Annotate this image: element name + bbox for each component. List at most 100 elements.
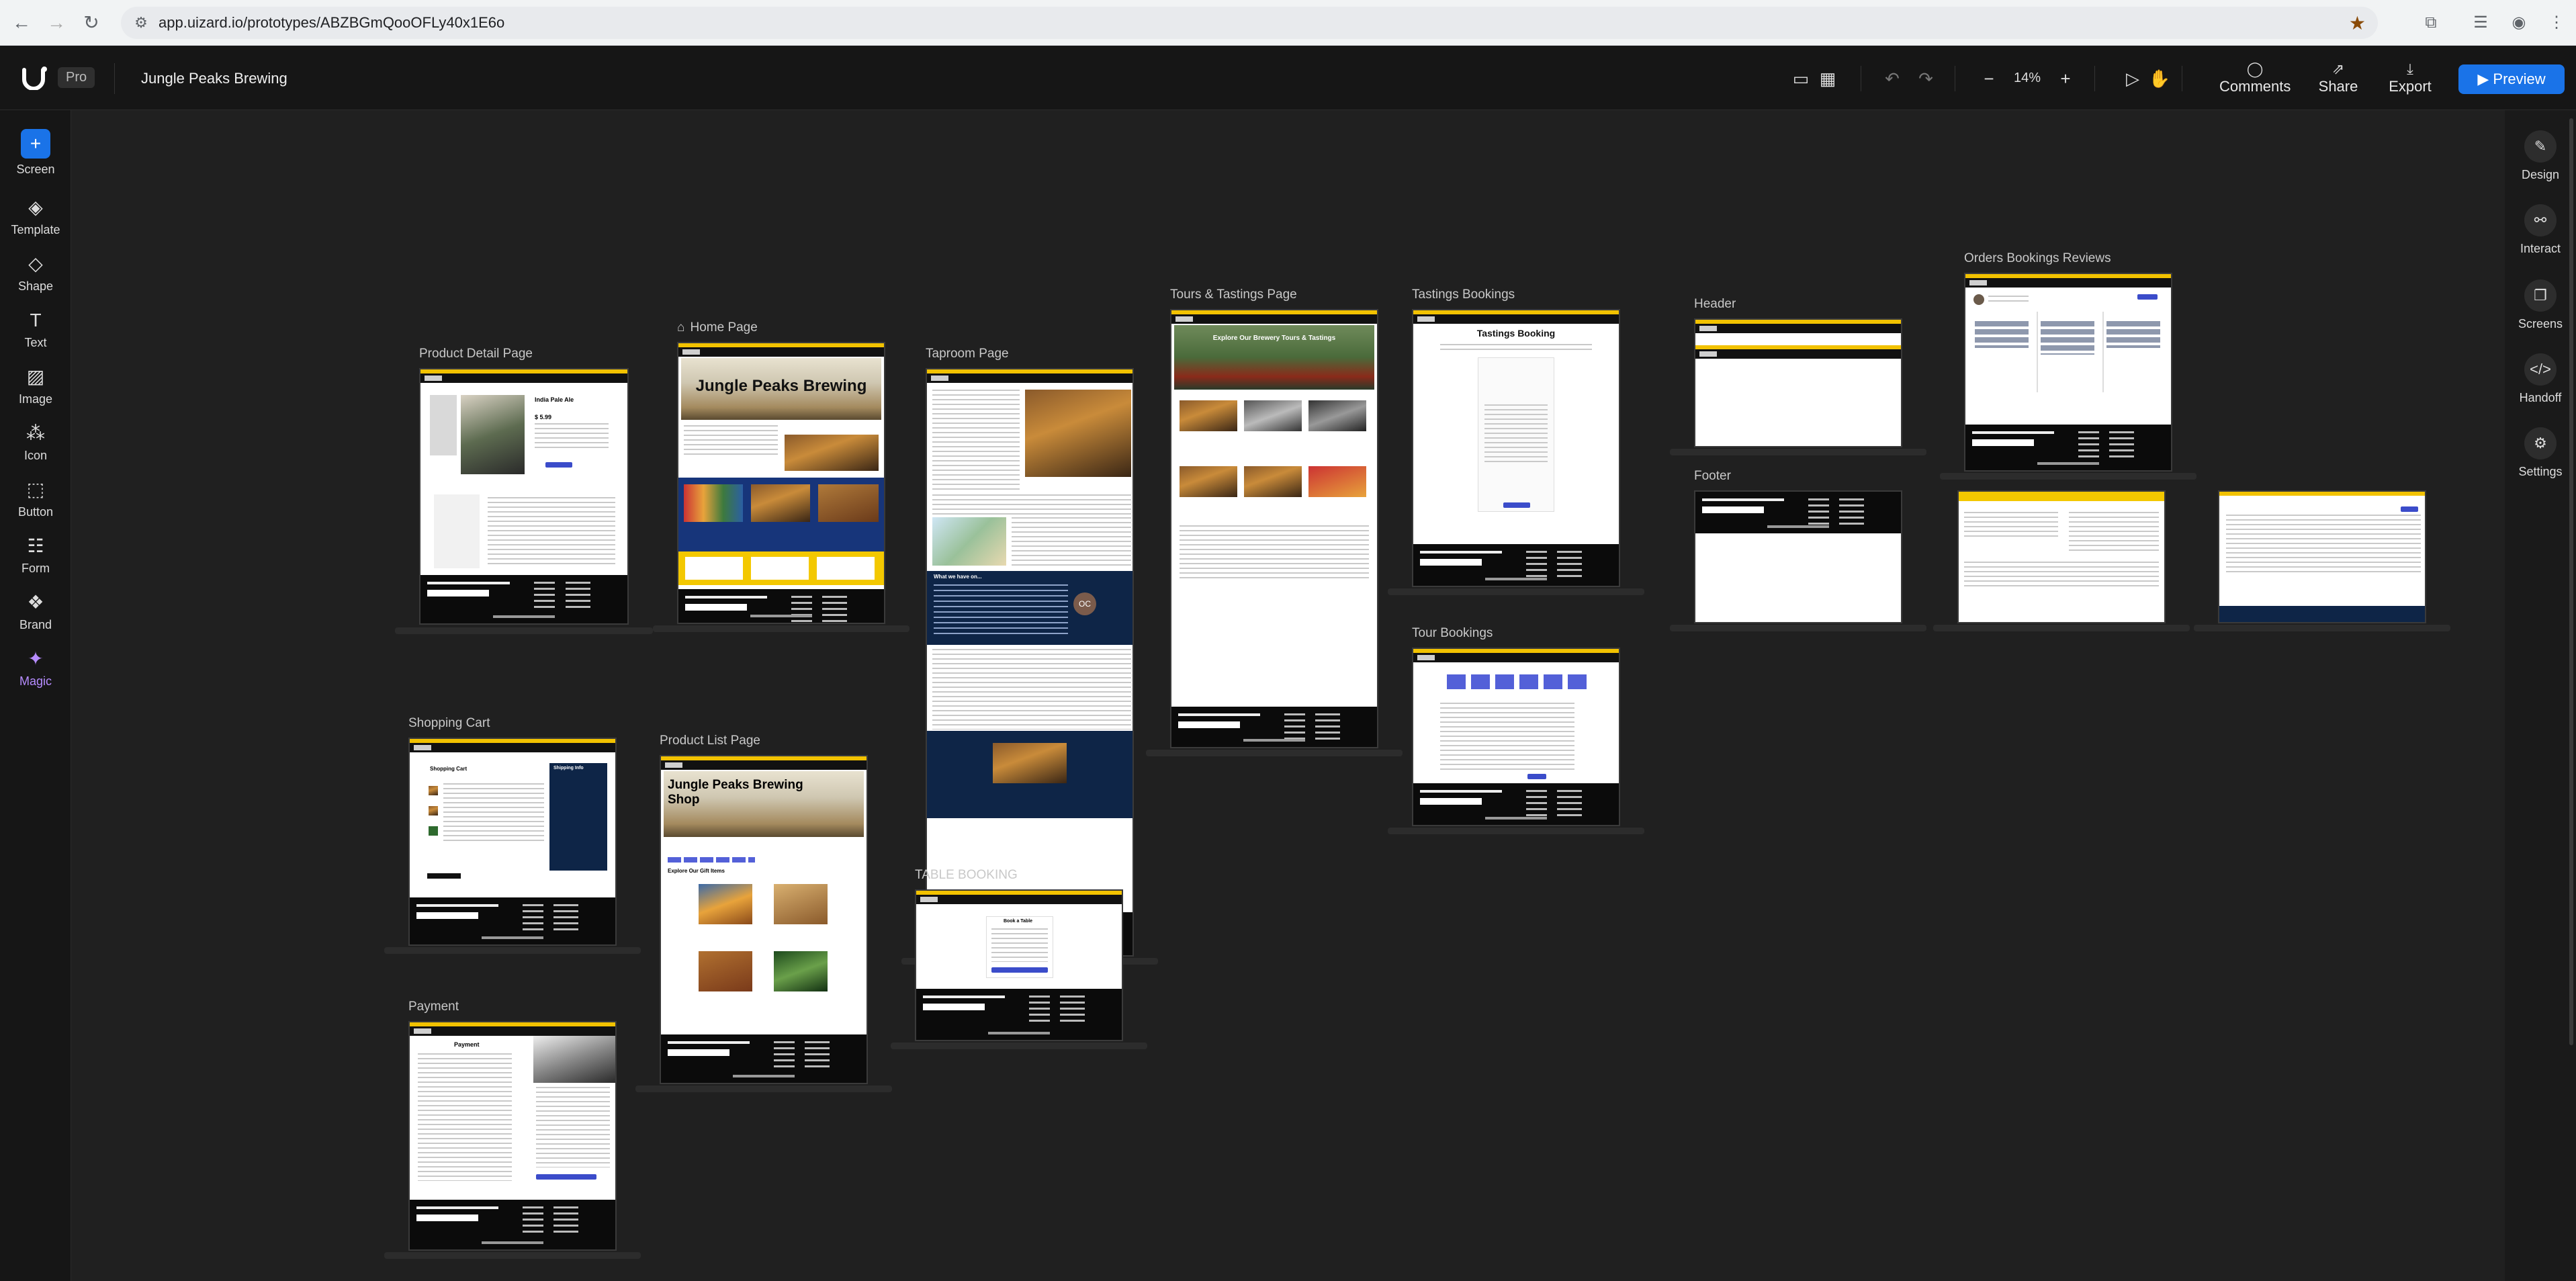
panel-design[interactable]: ✎ Design: [2505, 130, 2576, 182]
screen-payment[interactable]: Payment Payment: [384, 1000, 641, 1259]
screen-label[interactable]: Payment: [408, 1000, 459, 1014]
tool-form[interactable]: ☷ Form: [0, 535, 71, 576]
screen-label[interactable]: TABLE BOOKING: [915, 868, 1018, 883]
logo-mark: [1699, 326, 1717, 331]
panel-handoff[interactable]: </> Handoff: [2505, 353, 2576, 405]
tool-icon[interactable]: ⁂ Icon: [0, 422, 71, 463]
menu-icon[interactable]: ⋮: [2546, 12, 2567, 34]
screen-product-list[interactable]: Product List Page Jungle Peaks Brewing S…: [635, 734, 892, 1092]
screen-shopping-cart[interactable]: Shopping Cart Shopping Cart Shipping Inf…: [384, 716, 641, 954]
tool-text[interactable]: T Text: [0, 309, 71, 350]
continue-button: [1527, 774, 1546, 779]
browser-toolbar: ← → ↻ ⚙ app.uizard.io/prototypes/ABZBGmQ…: [0, 0, 2576, 46]
screen-tour-bookings[interactable]: Tour Bookings: [1388, 626, 1644, 834]
preview-label: Preview: [2493, 71, 2546, 87]
comments-button[interactable]: ◯ Comments: [2219, 60, 2291, 95]
screen-label[interactable]: Product Detail Page: [419, 347, 533, 361]
multi-view-icon[interactable]: ▦: [1816, 67, 1839, 90]
tool-image[interactable]: ▨ Image: [0, 365, 71, 406]
add-to-cart-button: [545, 462, 572, 468]
hand-tool-icon[interactable]: ✋: [2148, 67, 2171, 90]
screen-shelf: [1146, 750, 1403, 756]
screen-label[interactable]: Footer: [1694, 469, 1731, 484]
tool-magic[interactable]: ✦ Magic: [0, 648, 71, 689]
shipping-panel: [549, 763, 607, 871]
panel-settings[interactable]: ⚙ Settings: [2505, 427, 2576, 479]
screen-label[interactable]: Tastings Bookings: [1412, 288, 1515, 302]
reload-icon[interactable]: ↻: [79, 11, 103, 35]
project-title[interactable]: Jungle Peaks Brewing: [141, 70, 287, 87]
design-canvas[interactable]: Product Detail Page India Pale Ale $ 5.9…: [71, 110, 2505, 1281]
canvas-scrollbar[interactable]: [2569, 118, 2573, 1045]
hero-title: Jungle Peaks Brewing Shop: [668, 778, 803, 807]
screen-home[interactable]: ⌂ Home Page Jungle Peaks Brewing: [653, 320, 909, 632]
screen-label[interactable]: Shopping Cart: [408, 716, 490, 731]
tool-template[interactable]: ◈ Template: [0, 196, 71, 237]
desktop-view-icon[interactable]: ▭: [1789, 67, 1812, 90]
product-card: [699, 884, 752, 924]
screen-admin-bookings[interactable]: [1933, 490, 2190, 631]
redo-icon[interactable]: ↷: [1914, 67, 1937, 90]
screen-label[interactable]: Taproom Page: [926, 347, 1009, 361]
booking-photo: [993, 743, 1067, 783]
undo-icon[interactable]: ↶: [1881, 67, 1904, 90]
panel-screens[interactable]: ❐ Screens: [2505, 279, 2576, 331]
screen-label[interactable]: Tours & Tastings Page: [1170, 288, 1297, 302]
play-icon[interactable]: ▷: [2121, 67, 2144, 90]
product-description: [535, 423, 609, 450]
screen-thumbnail: Shopping Cart Shipping Info: [408, 738, 617, 946]
screen-tastings-bookings[interactable]: Tastings Bookings Tastings Booking: [1388, 288, 1644, 595]
faq-list: [1180, 525, 1369, 579]
taproom-text: [932, 494, 1131, 515]
address-bar[interactable]: ⚙ app.uizard.io/prototypes/ABZBGmQooOFLy…: [121, 7, 2378, 39]
back-icon[interactable]: ←: [9, 11, 34, 35]
text-icon: T: [30, 310, 42, 330]
export-button[interactable]: ⤓ Export: [2385, 60, 2436, 95]
screen-label[interactable]: Product List Page: [660, 734, 760, 748]
comments-label: Comments: [2219, 78, 2291, 95]
booking-title: Tastings Booking: [1476, 328, 1556, 339]
screen-profile[interactable]: [2194, 490, 2450, 631]
zoom-level[interactable]: 14%: [2014, 71, 2041, 86]
zoom-in-icon[interactable]: +: [2054, 67, 2077, 90]
panel-interact[interactable]: ⚯ Interact: [2505, 204, 2576, 256]
screen-product-detail[interactable]: Product Detail Page India Pale Ale $ 5.9…: [395, 347, 653, 634]
filter-chips: [668, 857, 755, 863]
tool-shape[interactable]: ◇ Shape: [0, 253, 71, 294]
orders-table: [1964, 512, 2058, 539]
tool-brand[interactable]: ❖ Brand: [0, 591, 71, 632]
media-icon[interactable]: ☰: [2470, 12, 2491, 34]
screen-shelf: [653, 625, 909, 632]
screen-table-booking[interactable]: TABLE BOOKING Book a Table: [891, 868, 1147, 1049]
footer: [2219, 606, 2425, 622]
uizard-logo[interactable]: [21, 66, 48, 90]
screen-label[interactable]: Orders Bookings Reviews: [1964, 251, 2111, 266]
contact-details-form: [418, 1053, 512, 1181]
reviews-table: [1964, 562, 2159, 588]
icons-grid-icon: ⁂: [26, 423, 45, 443]
forward-icon[interactable]: →: [44, 11, 69, 35]
tool-button[interactable]: ⬚ Button: [0, 478, 71, 519]
tour-card: [1180, 400, 1237, 431]
bookmark-star-icon[interactable]: ★: [2349, 12, 2366, 34]
tasting-card: [1180, 466, 1237, 497]
tool-screen[interactable]: + Screen: [0, 129, 71, 177]
screen-label[interactable]: ⌂ Home Page: [677, 320, 758, 335]
zoom-out-icon[interactable]: −: [1978, 67, 2000, 90]
screen-header[interactable]: Header: [1670, 297, 1926, 455]
screen-orders[interactable]: Orders Bookings Reviews: [1940, 251, 2196, 480]
site-info-icon[interactable]: ⚙: [130, 12, 152, 34]
preview-button[interactable]: ▶ Preview: [2458, 64, 2565, 94]
extensions-icon[interactable]: ⧉: [2420, 12, 2442, 34]
screen-label[interactable]: Tour Bookings: [1412, 626, 1493, 641]
continue-shopping-button: [427, 873, 461, 879]
footer: [410, 1200, 615, 1249]
screen-tours[interactable]: Tours & Tastings Page Explore Our Brewer…: [1146, 288, 1403, 756]
panel-label: Design: [2521, 168, 2560, 181]
tool-label: Image: [18, 392, 53, 406]
screen-footer[interactable]: Footer: [1670, 469, 1926, 631]
nav-bar: [678, 347, 884, 357]
share-button[interactable]: ⇗ Share: [2315, 60, 2362, 95]
profile-icon[interactable]: ◉: [2508, 12, 2530, 34]
screen-label[interactable]: Header: [1694, 297, 1736, 312]
